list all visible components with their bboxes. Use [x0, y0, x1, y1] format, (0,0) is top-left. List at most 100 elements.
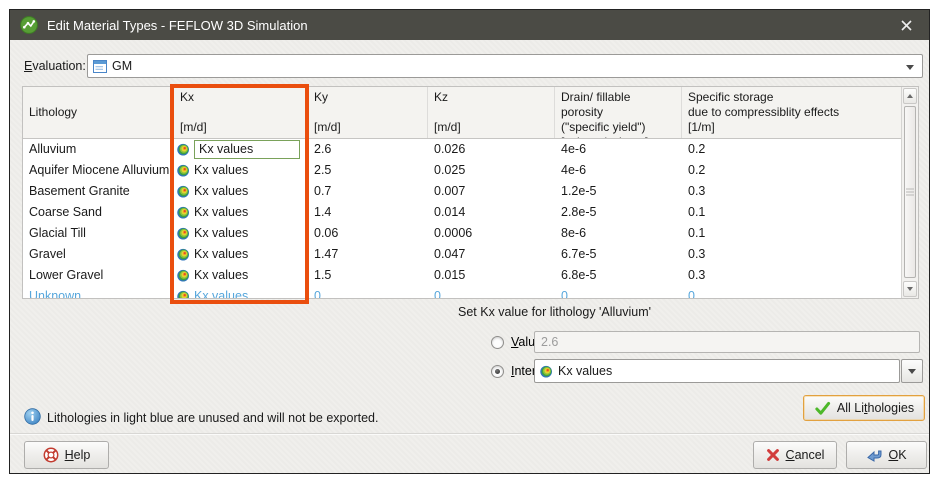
table-row-unused[interactable]: Unknown Kx values 0 0 0 0: [23, 286, 901, 298]
porosity-cell[interactable]: 4e-6: [555, 139, 682, 160]
interpolant-values-icon: [177, 227, 190, 240]
table-row[interactable]: Lower Gravel Kx values 1.5 0.015 6.8e-5 …: [23, 265, 901, 286]
lithology-cell[interactable]: Lower Gravel: [23, 265, 174, 286]
kx-cell[interactable]: Kx values: [174, 160, 308, 181]
titlebar: Edit Material Types - FEFLOW 3D Simulati…: [10, 10, 929, 40]
header-kz: Kz [m/d]: [428, 87, 555, 138]
kz-cell[interactable]: 0.026: [428, 139, 555, 160]
porosity-cell[interactable]: 0: [555, 286, 682, 298]
kz-cell[interactable]: 0.047: [428, 244, 555, 265]
table-row[interactable]: Alluvium Kx values 2.6 0.026 4e-6 0.2: [23, 139, 901, 160]
kz-cell[interactable]: 0: [428, 286, 555, 298]
storage-cell[interactable]: 0.2: [682, 160, 901, 181]
scrollbar-thumb[interactable]: [904, 106, 916, 278]
all-lithologies-button[interactable]: All Lithologies: [803, 395, 925, 421]
interpolant-values-icon: [177, 269, 190, 282]
lithology-cell[interactable]: Glacial Till: [23, 223, 174, 244]
lithology-cell[interactable]: Alluvium: [23, 139, 174, 160]
help-button[interactable]: Help: [24, 441, 109, 469]
table-vertical-scrollbar[interactable]: [901, 87, 918, 298]
interpolant-value: Kx values: [558, 364, 612, 378]
storage-cell[interactable]: 0.3: [682, 244, 901, 265]
scrollbar-up-button[interactable]: [903, 88, 917, 104]
evaluation-combobox[interactable]: GM: [87, 54, 923, 78]
kx-value-editing[interactable]: Kx values: [194, 140, 300, 159]
porosity-cell[interactable]: 6.8e-5: [555, 265, 682, 286]
porosity-cell[interactable]: 6.7e-5: [555, 244, 682, 265]
table-row[interactable]: Glacial Till Kx values 0.06 0.0006 8e-6 …: [23, 223, 901, 244]
porosity-cell[interactable]: 8e-6: [555, 223, 682, 244]
storage-cell[interactable]: 0.3: [682, 181, 901, 202]
table-row[interactable]: Gravel Kx values 1.47 0.047 6.7e-5 0.3: [23, 244, 901, 265]
ky-cell[interactable]: 0: [308, 286, 428, 298]
porosity-cell[interactable]: 1.2e-5: [555, 181, 682, 202]
lithology-cell[interactable]: Aquifer Miocene Alluvium: [23, 160, 174, 181]
ky-cell[interactable]: 0.06: [308, 223, 428, 244]
ky-cell[interactable]: 1.47: [308, 244, 428, 265]
storage-cell[interactable]: 0: [682, 286, 901, 298]
kx-cell[interactable]: Kx values: [174, 223, 308, 244]
chevron-down-icon: [908, 369, 916, 374]
porosity-cell[interactable]: 2.8e-5: [555, 202, 682, 223]
ky-cell[interactable]: 2.5: [308, 160, 428, 181]
storage-cell[interactable]: 0.2: [682, 139, 901, 160]
ky-cell[interactable]: 2.6: [308, 139, 428, 160]
kx-cell[interactable]: Kx values: [174, 202, 308, 223]
check-icon: [814, 401, 831, 416]
cancel-label: Cancel: [786, 448, 825, 462]
kx-value-label: Kx values: [194, 265, 248, 286]
ky-cell[interactable]: 0.7: [308, 181, 428, 202]
value-radio[interactable]: [491, 336, 504, 349]
help-lifering-icon: [43, 447, 59, 463]
info-icon: [24, 408, 41, 425]
ok-button[interactable]: OK: [846, 441, 927, 469]
kx-cell[interactable]: Kx values: [174, 265, 308, 286]
lithology-cell[interactable]: Basement Granite: [23, 181, 174, 202]
interpolant-values-icon: [177, 143, 190, 156]
app-icon: [20, 16, 38, 34]
storage-cell[interactable]: 0.3: [682, 265, 901, 286]
kx-cell[interactable]: Kx values: [174, 244, 308, 265]
interpolant-combobox[interactable]: Kx values: [534, 359, 900, 383]
kx-value-label: Kx values: [194, 181, 248, 202]
lithology-cell[interactable]: Coarse Sand: [23, 202, 174, 223]
cancel-button[interactable]: Cancel: [753, 441, 837, 469]
evaluation-value: GM: [112, 59, 132, 73]
value-input[interactable]: [534, 331, 920, 353]
interpolant-radio[interactable]: [491, 365, 504, 378]
header-specific-storage: Specific storage due to compressiblity e…: [682, 87, 901, 138]
kx-cell[interactable]: Kx values: [174, 139, 308, 160]
kz-cell[interactable]: 0.025: [428, 160, 555, 181]
scrollbar-down-button[interactable]: [903, 281, 917, 297]
kz-cell[interactable]: 0.0006: [428, 223, 555, 244]
kx-cell[interactable]: Kx values: [174, 286, 308, 298]
table-row[interactable]: Aquifer Miocene Alluvium Kx values 2.5 0…: [23, 160, 901, 181]
porosity-cell[interactable]: 4e-6: [555, 160, 682, 181]
lithology-cell[interactable]: Unknown: [23, 286, 174, 298]
chevron-down-icon[interactable]: [906, 65, 914, 70]
lithology-cell[interactable]: Gravel: [23, 244, 174, 265]
table-row[interactable]: Coarse Sand Kx values 1.4 0.014 2.8e-5 0…: [23, 202, 901, 223]
kz-cell[interactable]: 0.015: [428, 265, 555, 286]
header-kx: Kx [m/d]: [174, 87, 308, 138]
kz-cell[interactable]: 0.007: [428, 181, 555, 202]
table-row[interactable]: Basement Granite Kx values 0.7 0.007 1.2…: [23, 181, 901, 202]
interpolant-values-icon: [177, 206, 190, 219]
header-porosity: Drain/ fillable porosity ("specific yiel…: [555, 87, 682, 138]
kx-cell[interactable]: Kx values: [174, 181, 308, 202]
interpolant-dropdown-button[interactable]: [901, 359, 923, 383]
kz-cell[interactable]: 0.014: [428, 202, 555, 223]
table-body: Alluvium Kx values 2.6 0.026 4e-6 0.2 Aq…: [23, 139, 901, 298]
interpolant-values-icon: [177, 248, 190, 261]
cancel-x-icon: [766, 448, 780, 462]
ky-cell[interactable]: 1.4: [308, 202, 428, 223]
ky-cell[interactable]: 1.5: [308, 265, 428, 286]
storage-cell[interactable]: 0.1: [682, 202, 901, 223]
all-lithologies-label: All Lithologies: [837, 401, 914, 415]
table-header-row: Lithology Kx [m/d] Ky [m/d] Kz [m/d] Dra…: [23, 87, 901, 139]
evaluation-label: Evaluation:: [24, 59, 86, 73]
close-button[interactable]: [897, 17, 915, 33]
storage-cell[interactable]: 0.1: [682, 223, 901, 244]
window-title: Edit Material Types - FEFLOW 3D Simulati…: [47, 18, 308, 33]
interpolant-values-icon: [177, 164, 190, 177]
